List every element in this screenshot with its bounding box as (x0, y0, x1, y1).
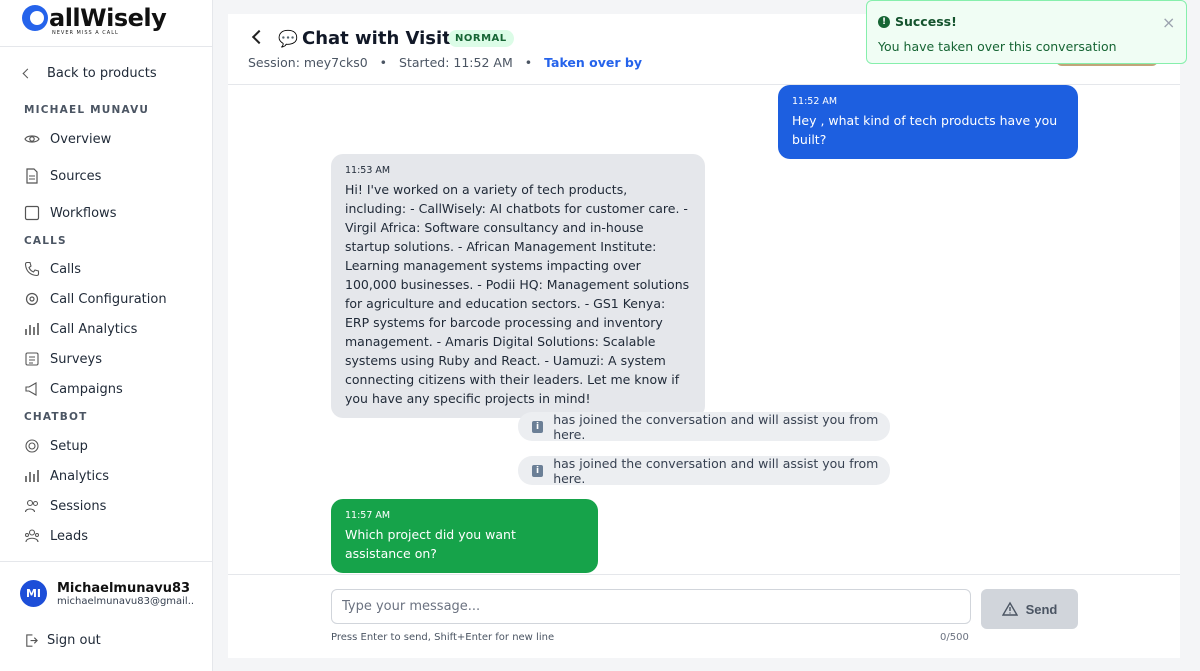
warning-triangle-icon (1001, 601, 1018, 616)
system-message: i has joined the conversation and will a… (518, 455, 890, 486)
started-time: Started: 11:52 AM (399, 55, 513, 70)
megaphone-icon (25, 382, 37, 396)
sidebar-item-label: Surveys (50, 351, 102, 367)
phone-icon (24, 261, 40, 277)
send-label: Send (1025, 601, 1058, 617)
section-title-chatbot: CHATBOT (24, 411, 88, 423)
logo-mark-icon (22, 5, 48, 31)
sidebar-divider (0, 561, 212, 562)
chat-panel: 💬 Chat with Visitor NORMAL Session: mey7… (228, 14, 1180, 658)
system-message: i has joined the conversation and will a… (518, 411, 890, 442)
sidebar-item-workflows[interactable]: Workflows (24, 203, 116, 223)
sidebar-item-label: Call Configuration (50, 291, 167, 307)
chevron-left-icon (22, 68, 33, 79)
status-badge: NORMAL (448, 30, 514, 47)
sidebar-item-label: Campaigns (50, 381, 123, 397)
back-to-products-label: Back to products (47, 66, 157, 81)
message-time: 11:57 AM (345, 510, 391, 521)
close-icon[interactable]: × (1162, 13, 1175, 32)
user-email: michaelmunavu83@gmail... (57, 595, 193, 607)
user-name: Michaelmunavu83 (57, 580, 191, 596)
sidebar-item-label: Sources (50, 168, 102, 184)
success-toast: ! Success! You have taken over this conv… (866, 0, 1187, 64)
sidebar: allWisely NEVER MISS A CALL Back to prod… (0, 0, 213, 671)
info-icon: i (532, 464, 544, 477)
sidebar-item-setup[interactable]: Setup (24, 436, 88, 456)
sidebar-item-surveys[interactable]: Surveys (24, 349, 102, 369)
user-profile[interactable]: MI Michaelmunavu83 michaelmunavu83@gmail… (20, 580, 193, 607)
send-button[interactable]: Send (981, 589, 1078, 629)
success-icon: ! (878, 16, 890, 28)
sign-out-icon (26, 634, 38, 647)
sign-out-label: Sign out (47, 633, 101, 648)
sidebar-item-label: Leads (50, 528, 89, 544)
system-message-text: has joined the conversation and will ass… (553, 411, 879, 442)
chat-bubble-icon: 💬 (278, 29, 298, 48)
bar-chart-icon (25, 470, 39, 482)
logo[interactable]: allWisely NEVER MISS A CALL (22, 4, 167, 40)
message-user: 11:52 AM Hey , what kind of tech product… (778, 85, 1078, 159)
message-input[interactable] (331, 589, 971, 624)
logo-tagline: NEVER MISS A CALL (52, 30, 119, 36)
session-id: Session: mey7cks0 (248, 55, 368, 70)
sidebar-item-label: Sessions (50, 498, 107, 514)
sidebar-item-label: Setup (50, 438, 88, 454)
separator-dot: • (524, 55, 533, 70)
eye-icon (24, 135, 40, 143)
message-bot: 11:53 AM Hi! I've worked on a variety of… (331, 154, 705, 418)
file-icon (26, 168, 38, 184)
list-icon (25, 352, 39, 366)
sidebar-item-overview[interactable]: Overview (24, 129, 111, 149)
message-time: 11:52 AM (792, 96, 838, 107)
message-time: 11:53 AM (345, 165, 391, 176)
toast-message: You have taken over this conversation (878, 39, 1117, 54)
session-meta: Session: mey7cks0 • Started: 11:52 AM • … (248, 55, 642, 70)
message-text: Hey , what kind of tech products have yo… (792, 113, 1058, 147)
chevron-left-icon[interactable] (251, 29, 267, 45)
separator-dot: • (379, 55, 388, 70)
info-icon: i (532, 420, 544, 433)
page-title: Chat with Visitor (302, 28, 473, 49)
sidebar-item-analytics[interactable]: Analytics (24, 466, 109, 486)
sidebar-item-sessions[interactable]: Sessions (24, 496, 106, 516)
sidebar-item-call-analytics[interactable]: Call Analytics (24, 319, 137, 339)
sidebar-item-campaigns[interactable]: Campaigns (24, 379, 123, 399)
bar-chart-icon (25, 323, 39, 335)
sidebar-item-label: Calls (50, 261, 82, 277)
sidebar-item-sources[interactable]: Sources (24, 166, 101, 186)
sidebar-item-label: Call Analytics (50, 321, 138, 337)
toast-title: Success! (895, 14, 957, 29)
sidebar-item-leads[interactable]: Leads (24, 526, 88, 546)
sidebar-item-label: Analytics (50, 468, 110, 484)
system-message-text: has joined the conversation and will ass… (553, 455, 879, 486)
leads-icon (25, 529, 39, 543)
sidebar-item-label: Overview (50, 131, 112, 147)
composer-hint: Press Enter to send, Shift+Enter for new… (331, 632, 555, 643)
character-counter: 0/500 (940, 632, 969, 643)
square-icon (24, 205, 40, 221)
composer-divider (228, 574, 1180, 575)
sidebar-item-calls[interactable]: Calls (24, 259, 81, 279)
sidebar-item-label: Workflows (50, 205, 117, 221)
message-text: Which project did you want assistance on… (345, 527, 516, 561)
message-text: Hi! I've worked on a variety of tech pro… (345, 182, 690, 406)
sign-out-link[interactable]: Sign out (24, 633, 101, 648)
logo-text: allWisely (49, 4, 167, 32)
users-icon (24, 499, 38, 513)
sidebar-item-call-configuration[interactable]: Call Configuration (24, 289, 167, 309)
setup-icon (25, 439, 39, 453)
message-agent: 11:57 AM Which project did you want assi… (331, 499, 598, 573)
taken-over-by-link[interactable]: Taken over by (544, 55, 642, 70)
back-to-products-link[interactable]: Back to products (22, 66, 157, 81)
section-title-calls: CALLS (24, 235, 67, 247)
avatar: MI (20, 580, 47, 607)
settings-icon (25, 292, 39, 306)
section-title-account: MICHAEL MUNAVU (24, 104, 150, 116)
sidebar-divider (0, 46, 212, 47)
